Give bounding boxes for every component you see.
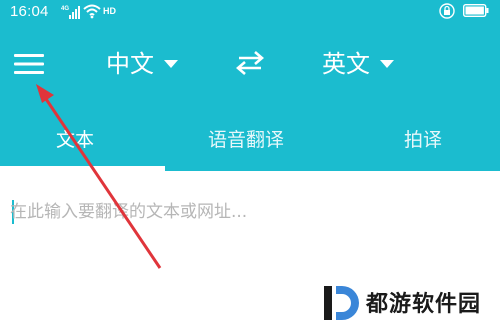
swap-languages-icon[interactable]	[233, 50, 267, 76]
battery-icon	[463, 4, 489, 17]
rotation-lock-icon	[439, 3, 455, 19]
watermark-text: 都游软件园	[366, 292, 482, 317]
tab-voice-translation[interactable]: 语音翻译	[208, 123, 284, 157]
target-language-select[interactable]: 英文	[322, 46, 394, 82]
status-bar: 16:04 4G HD	[0, 0, 500, 28]
tab-photo-translation[interactable]: 拍译	[404, 123, 442, 157]
target-language-label: 英文	[322, 50, 370, 78]
caret-down-icon	[164, 60, 178, 68]
source-language-label: 中文	[106, 50, 154, 78]
status-time: 16:04	[10, 3, 49, 20]
hd-badge: HD	[103, 6, 116, 16]
watermark-logo-icon	[324, 286, 359, 320]
translation-text-input[interactable]	[10, 196, 480, 228]
hamburger-menu-icon[interactable]	[12, 52, 46, 76]
network-type-label: 4G	[61, 6, 69, 12]
tab-text[interactable]: 文本	[56, 123, 94, 157]
wifi-icon	[83, 4, 101, 19]
caret-down-icon	[380, 60, 394, 68]
source-language-select[interactable]: 中文	[106, 46, 178, 82]
cellular-signal-icon: 4G	[61, 6, 80, 19]
